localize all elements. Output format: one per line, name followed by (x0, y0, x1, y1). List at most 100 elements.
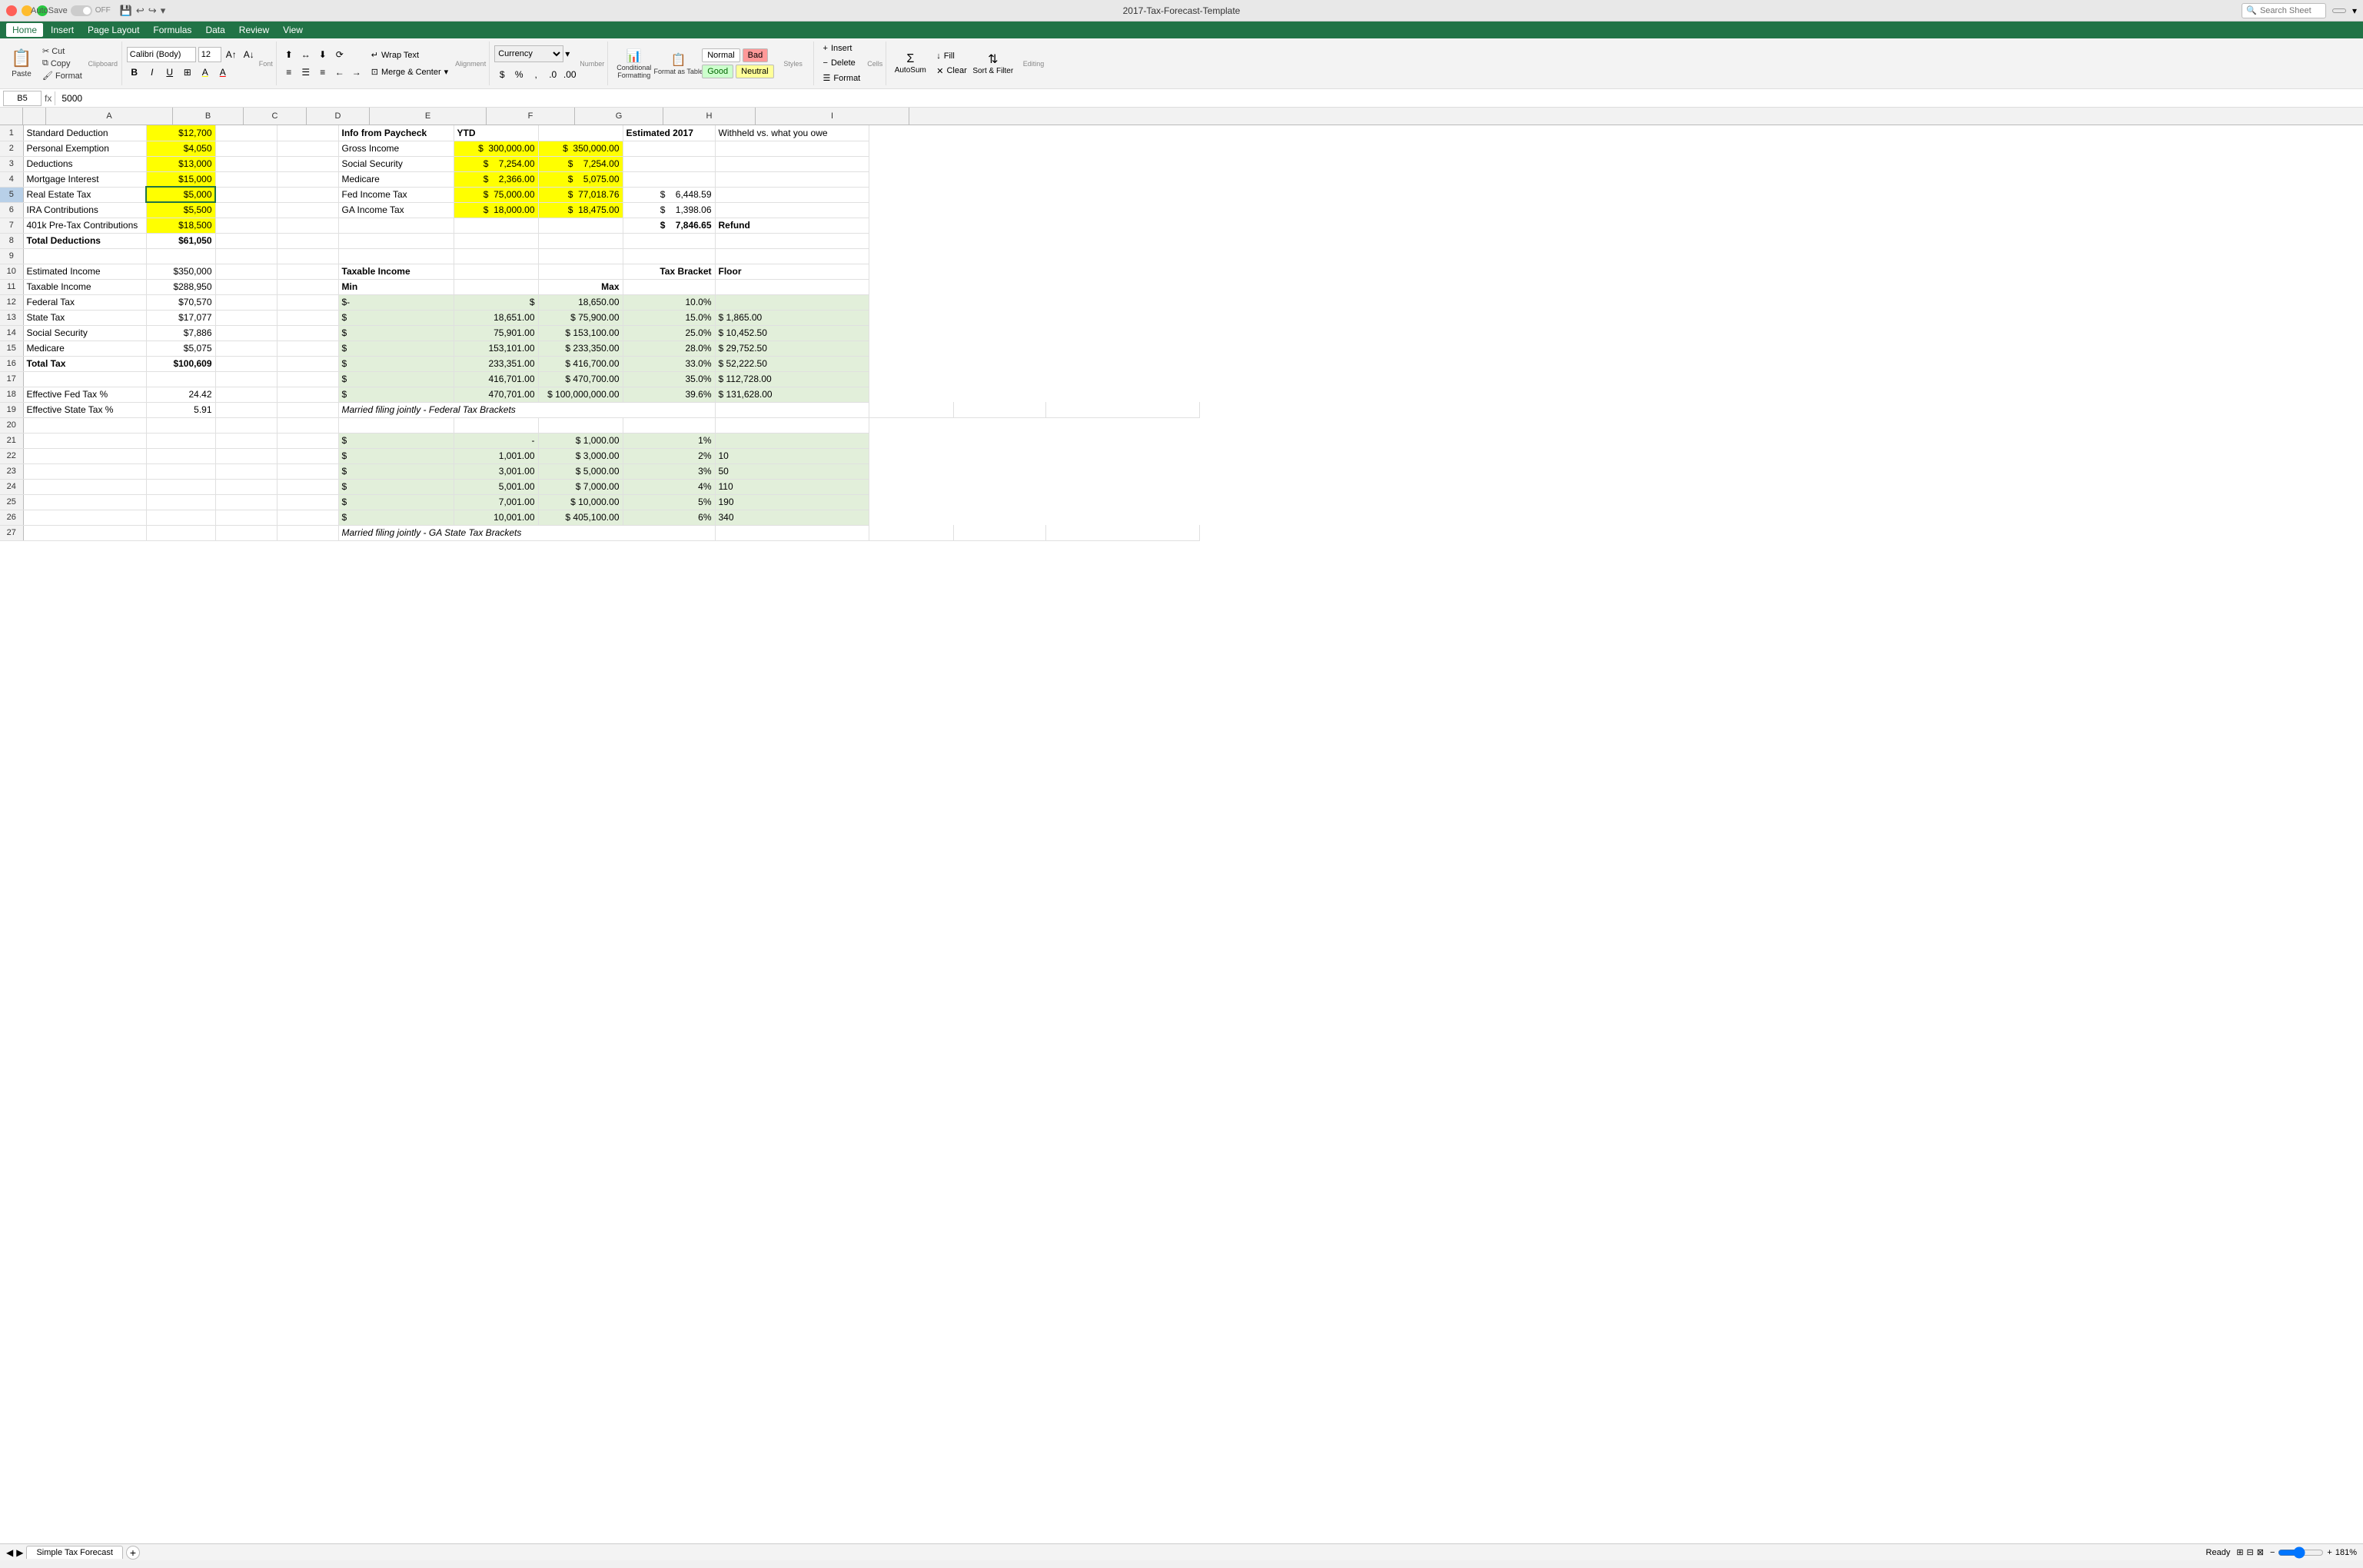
share-button[interactable] (2332, 8, 2346, 13)
cell-a25[interactable] (23, 494, 146, 510)
cell-i3[interactable] (715, 156, 869, 171)
text-angle-button[interactable]: ⟳ (332, 47, 347, 62)
cell-d14[interactable] (277, 325, 338, 341)
sort-filter-button[interactable]: ⇅ Sort & Filter (974, 43, 1012, 85)
cell-e26[interactable]: $ (338, 510, 454, 525)
cell-c21[interactable] (215, 433, 277, 448)
cell-h24[interactable]: 4% (623, 479, 715, 494)
border-button[interactable]: ⊞ (180, 65, 195, 80)
cell-d20[interactable] (277, 417, 338, 433)
cell-g26[interactable]: $ 405,100.00 (538, 510, 623, 525)
cell-i26[interactable]: 340 (715, 510, 869, 525)
col-header-d[interactable]: D (307, 108, 370, 125)
cell-f1[interactable]: YTD (454, 125, 538, 141)
cell-e17[interactable]: $ (338, 371, 454, 387)
font-decrease-button[interactable]: A↓ (241, 47, 257, 62)
cell-b21[interactable] (146, 433, 215, 448)
cell-e9[interactable] (338, 248, 454, 264)
col-header-e[interactable]: E (370, 108, 487, 125)
cell-d13[interactable] (277, 310, 338, 325)
cell-a27[interactable] (23, 525, 146, 540)
prev-sheet-button[interactable]: ◀ (6, 1547, 13, 1558)
cell-i6[interactable] (715, 202, 869, 218)
cell-h8[interactable] (623, 233, 715, 248)
cell-f23[interactable]: 3,001.00 (454, 463, 538, 479)
cell-a3[interactable]: Deductions (23, 156, 146, 171)
cell-d18[interactable] (277, 387, 338, 402)
cut-button[interactable]: ✂ Cut (39, 45, 68, 57)
style-bad[interactable]: Bad (743, 48, 769, 62)
cell-g1[interactable] (538, 125, 623, 141)
cell-b14[interactable]: $7,886 (146, 325, 215, 341)
menu-formulas[interactable]: Formulas (147, 23, 198, 37)
cell-b12[interactable]: $70,570 (146, 294, 215, 310)
cell-e12[interactable]: $- (338, 294, 454, 310)
cell-c26[interactable] (215, 510, 277, 525)
cell-f18[interactable]: 470,701.00 (454, 387, 538, 402)
cell-i11[interactable] (715, 279, 869, 294)
cell-h16[interactable]: 33.0% (623, 356, 715, 371)
cell-h4[interactable] (623, 171, 715, 187)
cell-d5[interactable] (277, 187, 338, 202)
cell-e23[interactable]: $ (338, 463, 454, 479)
cell-c3[interactable] (215, 156, 277, 171)
cell-b11[interactable]: $288,950 (146, 279, 215, 294)
align-middle-button[interactable]: ↔ (298, 47, 314, 62)
cell-h21[interactable]: 1% (623, 433, 715, 448)
font-size-input[interactable] (198, 47, 221, 62)
cell-c4[interactable] (215, 171, 277, 187)
redo-icon[interactable]: ↪ (148, 5, 157, 17)
format-button[interactable]: ☰ Format (819, 71, 866, 85)
wrap-text-button[interactable]: ↵ Wrap Text (367, 48, 424, 62)
cell-g16[interactable]: $ 416,700.00 (538, 356, 623, 371)
font-name-input[interactable] (127, 47, 196, 62)
cell-d11[interactable] (277, 279, 338, 294)
cell-a12[interactable]: Federal Tax (23, 294, 146, 310)
search-input[interactable] (2260, 6, 2321, 15)
undo-icon[interactable]: ↩ (136, 5, 145, 17)
percent-button[interactable]: % (511, 67, 527, 82)
cell-a11[interactable]: Taxable Income (23, 279, 146, 294)
cell-c5[interactable] (215, 187, 277, 202)
cell-d26[interactable] (277, 510, 338, 525)
cell-c15[interactable] (215, 341, 277, 356)
page-break-button[interactable]: ⊠ (2257, 1547, 2264, 1557)
cell-e11[interactable]: Min (338, 279, 454, 294)
insert-button[interactable]: + Insert (819, 42, 866, 55)
cell-i22[interactable]: 10 (715, 448, 869, 463)
fill-color-button[interactable]: A (198, 65, 213, 80)
cell-e1[interactable]: Info from Paycheck (338, 125, 454, 141)
cell-h9[interactable] (623, 248, 715, 264)
cell-a16[interactable]: Total Tax (23, 356, 146, 371)
cell-a4[interactable]: Mortgage Interest (23, 171, 146, 187)
cell-c1[interactable] (215, 125, 277, 141)
cell-c19[interactable] (215, 402, 277, 417)
cell-b6[interactable]: $5,500 (146, 202, 215, 218)
cell-c16[interactable] (215, 356, 277, 371)
cell-g14[interactable]: $ 153,100.00 (538, 325, 623, 341)
cell-c23[interactable] (215, 463, 277, 479)
cell-c17[interactable] (215, 371, 277, 387)
cell-d8[interactable] (277, 233, 338, 248)
cell-f17[interactable]: 416,701.00 (454, 371, 538, 387)
zoom-slider[interactable] (2278, 1546, 2324, 1559)
cell-g12[interactable]: 18,650.00 (538, 294, 623, 310)
align-top-button[interactable]: ⬆ (281, 47, 297, 62)
cell-d27[interactable] (277, 525, 338, 540)
number-format-dropdown[interactable]: ▾ (565, 48, 570, 59)
cell-e16[interactable]: $ (338, 356, 454, 371)
menu-view[interactable]: View (277, 23, 309, 37)
cell-d10[interactable] (277, 264, 338, 279)
zoom-out-button[interactable]: − (2270, 1548, 2275, 1557)
cell-b19[interactable]: 5.91 (146, 402, 215, 417)
format-painter-button[interactable]: 🖌 Format (39, 70, 85, 81)
cell-e14[interactable]: $ (338, 325, 454, 341)
cell-i19[interactable] (1045, 402, 1199, 417)
cell-h27[interactable] (953, 525, 1045, 540)
cell-d9[interactable] (277, 248, 338, 264)
col-header-i[interactable]: I (756, 108, 909, 125)
cell-c9[interactable] (215, 248, 277, 264)
cell-c14[interactable] (215, 325, 277, 341)
cell-b23[interactable] (146, 463, 215, 479)
cell-d25[interactable] (277, 494, 338, 510)
